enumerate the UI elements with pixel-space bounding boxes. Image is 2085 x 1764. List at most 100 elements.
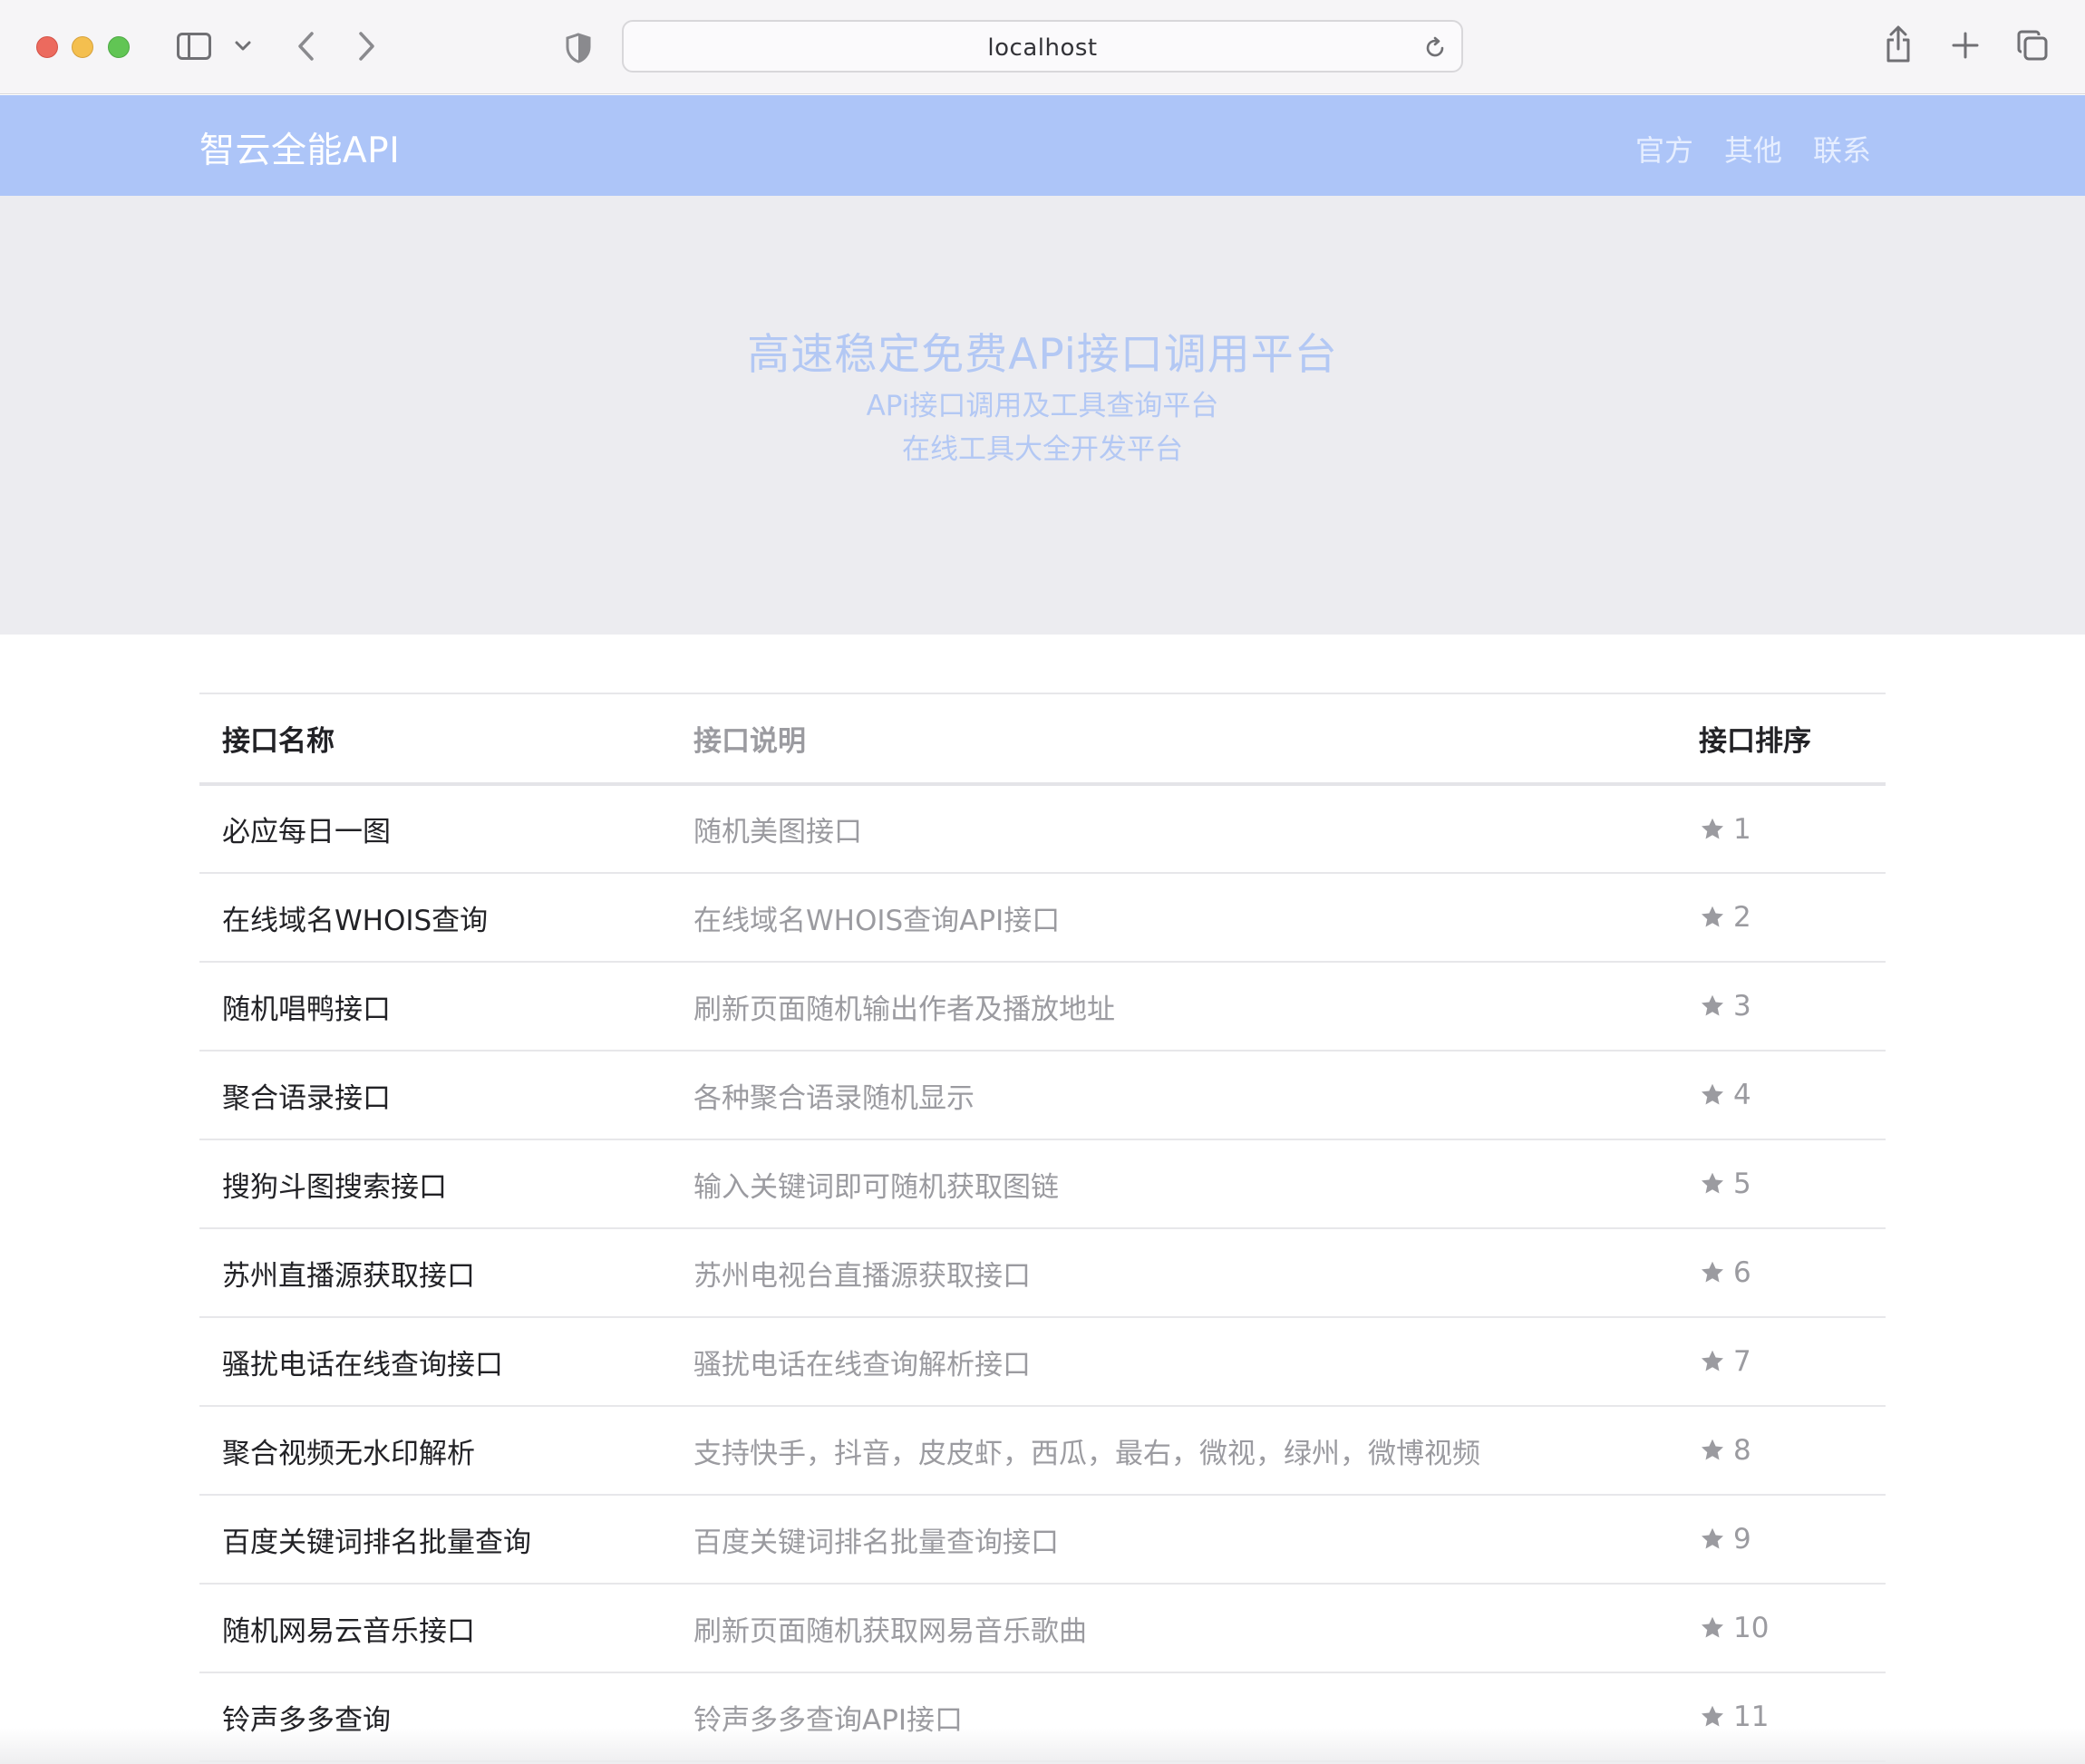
table-row[interactable]: 骚扰电话在线查询接口 骚扰电话在线查询解析接口 7 [199,1317,1886,1407]
rank-value: 4 [1733,1079,1751,1111]
api-table-container: 接口名称 接口说明 接口排序 必应每日一图 随机美图接口 1 在线域名WHOIS查询在… [199,693,1886,1762]
zoom-window-button[interactable] [108,36,130,58]
table-header-row: 接口名称 接口说明 接口排序 [199,693,1886,786]
star-icon [1699,1348,1726,1375]
star-icon [1699,816,1726,843]
rank-value: 1 [1733,812,1751,846]
rank-value: 7 [1733,1345,1751,1378]
url-text: localhost [987,34,1098,62]
api-desc-cell: 输入关键词即可随机获取图链 [693,1139,1699,1229]
api-desc-cell: 支持快手，抖音，皮皮虾，西瓜，最右，微视，绿州，微博视频 [693,1406,1699,1496]
table-row[interactable]: 苏州直播源获取接口 苏州电视台直播源获取接口 6 [199,1228,1886,1318]
api-name-cell[interactable]: 百度关键词排名批量查询 [199,1495,693,1585]
api-name-cell[interactable]: 骚扰电话在线查询接口 [199,1317,693,1407]
api-name-cell[interactable]: 苏州直播源获取接口 [199,1228,693,1318]
api-name-link[interactable]: 聚合语录接口 [222,1082,391,1115]
api-desc-cell: 百度关键词排名批量查询接口 [693,1495,1699,1585]
api-name-link[interactable]: 聚合视频无水印解析 [222,1438,475,1470]
api-name-link[interactable]: 在线域名WHOIS查询 [222,905,488,937]
api-rank-cell: 10 [1699,1584,1886,1673]
star-icon [1699,1259,1726,1286]
api-name-link[interactable]: 随机唱鸭接口 [222,993,391,1026]
api-rank-cell: 7 [1699,1317,1886,1407]
star-icon [1699,904,1726,931]
api-table: 接口名称 接口说明 接口排序 必应每日一图 随机美图接口 1 在线域名WHOIS查询在… [199,693,1886,1762]
api-name-link[interactable]: 随机网易云音乐接口 [222,1615,475,1648]
star-icon [1699,993,1726,1020]
star-icon [1699,1614,1726,1642]
forward-arrow-icon[interactable] [352,27,383,65]
star-icon [1699,1526,1726,1553]
table-row[interactable]: 搜狗斗图搜索接口 输入关键词即可随机获取图链 5 [199,1139,1886,1229]
rank-value: 2 [1733,901,1751,934]
api-name-cell[interactable]: 在线域名WHOIS查询 [199,873,693,963]
brand-logo-text[interactable]: 智云全能API [199,122,400,173]
tab-overview-icon[interactable] [2014,27,2051,63]
api-name-cell[interactable]: 必应每日一图 [199,784,693,874]
browser-toolbar: localhost [0,0,2085,94]
api-desc-cell: 随机美图接口 [693,784,1699,874]
api-name-link[interactable]: 百度关键词排名批量查询 [222,1527,531,1559]
api-name-link[interactable]: 必应每日一图 [222,816,391,848]
table-row[interactable]: 在线域名WHOIS查询 在线域名WHOIS查询API接口 2 [199,873,1886,963]
browser-window: localhost 智云全能API 官方 其他 联系 高速稳定免费APi接口调用… [0,0,2085,1764]
rank-value: 8 [1733,1434,1751,1467]
api-desc-cell: 骚扰电话在线查询解析接口 [693,1317,1699,1407]
hero-subtitle-1: APi接口调用及工具查询平台 [866,390,1219,422]
hero-banner: 高速稳定免费APi接口调用平台 APi接口调用及工具查询平台 在线工具大全开发平… [0,196,2085,635]
api-name-link[interactable]: 搜狗斗图搜索接口 [222,1171,447,1204]
table-row[interactable]: 随机网易云音乐接口 刷新页面随机获取网易音乐歌曲 10 [199,1584,1886,1673]
table-row[interactable]: 随机唱鸭接口 刷新页面随机输出作者及播放地址 3 [199,962,1886,1052]
hero-title: 高速稳定免费APi接口调用平台 [747,330,1338,380]
window-bottom-edge [0,1728,2085,1764]
api-name-cell[interactable]: 随机唱鸭接口 [199,962,693,1052]
new-tab-plus-icon[interactable] [1949,27,1982,63]
star-icon [1699,1703,1726,1730]
table-row[interactable]: 百度关键词排名批量查询 百度关键词排名批量查询接口 9 [199,1495,1886,1585]
rank-value: 3 [1733,990,1751,1023]
minimize-window-button[interactable] [72,36,93,58]
table-row[interactable]: 必应每日一图 随机美图接口 1 [199,784,1886,874]
api-desc-cell: 各种聚合语录随机显示 [693,1051,1699,1140]
column-header-desc: 接口说明 [693,693,1699,786]
api-name-cell[interactable]: 聚合视频无水印解析 [199,1406,693,1496]
api-name-cell[interactable]: 随机网易云音乐接口 [199,1584,693,1673]
rank-value: 6 [1733,1256,1751,1289]
api-name-link[interactable]: 苏州直播源获取接口 [222,1260,475,1293]
rank-value: 10 [1733,1612,1770,1644]
close-window-button[interactable] [36,36,58,58]
api-name-cell[interactable]: 搜狗斗图搜索接口 [199,1139,693,1229]
back-arrow-icon[interactable] [290,27,321,65]
reload-icon[interactable] [1421,34,1449,62]
address-bar[interactable]: localhost [622,20,1463,73]
api-desc-cell: 苏州电视台直播源获取接口 [693,1228,1699,1318]
site-header: 智云全能API 官方 其他 联系 [0,95,2085,196]
api-desc-cell: 在线域名WHOIS查询API接口 [693,873,1699,963]
api-rank-cell: 5 [1699,1139,1886,1229]
api-rank-cell: 9 [1699,1495,1886,1585]
api-name-link[interactable]: 骚扰电话在线查询接口 [222,1349,503,1381]
nav-link-other[interactable]: 其他 [1724,128,1782,170]
sidebar-toggle-icon[interactable] [176,31,212,62]
nav-link-contact[interactable]: 联系 [1813,128,1871,170]
rank-value: 9 [1733,1523,1751,1556]
star-icon [1699,1170,1726,1197]
column-header-rank: 接口排序 [1699,693,1886,786]
api-desc-cell: 刷新页面随机获取网易音乐歌曲 [693,1584,1699,1673]
api-rank-cell: 4 [1699,1051,1886,1140]
column-header-name: 接口名称 [199,693,693,786]
api-rank-cell: 2 [1699,873,1886,963]
privacy-shield-icon[interactable] [562,31,595,65]
rank-value: 5 [1733,1168,1751,1200]
api-rank-cell: 3 [1699,962,1886,1052]
star-icon [1699,1437,1726,1464]
table-row[interactable]: 聚合视频无水印解析 支持快手，抖音，皮皮虾，西瓜，最右，微视，绿州，微博视频 8 [199,1406,1886,1496]
share-icon[interactable] [1882,24,1915,65]
table-row[interactable]: 聚合语录接口 各种聚合语录随机显示 4 [199,1051,1886,1140]
star-icon [1699,1081,1726,1109]
chevron-down-icon[interactable] [232,33,254,60]
table-body: 必应每日一图 随机美图接口 1 在线域名WHOIS查询 在线域名WHOIS查询API接口… [199,784,1886,1762]
nav-link-official[interactable]: 官方 [1635,128,1693,170]
api-name-cell[interactable]: 聚合语录接口 [199,1051,693,1140]
top-nav: 官方 其他 联系 [1635,128,1871,170]
